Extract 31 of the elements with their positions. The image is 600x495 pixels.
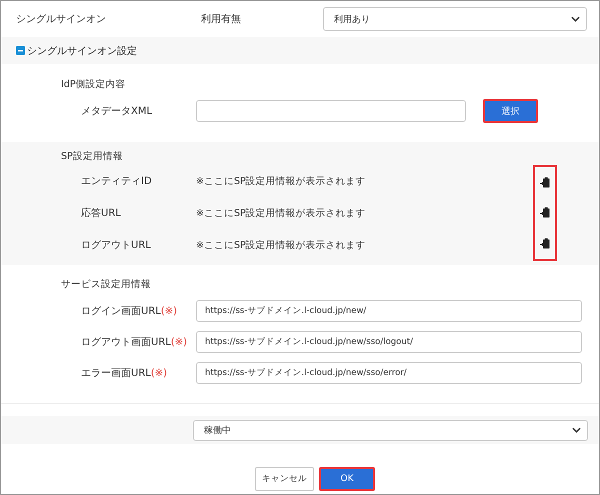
group-heading: IdP側設定内容 (61, 78, 127, 91)
info-text: ※ここにSP設定用情報が表示されます (196, 238, 367, 252)
input-field[interactable]: https://ss-サブドメイン.l-cloud.jp/new/ (196, 300, 582, 322)
select-button[interactable]: 選択 (483, 99, 538, 123)
copy-icon[interactable] (540, 207, 550, 218)
info-text: ※ここにSP設定用情報が表示されます (196, 174, 367, 188)
field-label: ログアウトURL (81, 239, 152, 252)
select-field[interactable]: 稼働中 (193, 420, 588, 440)
setting-label: 利用有無 (201, 12, 242, 26)
copy-icon[interactable] (540, 176, 550, 188)
chevron-icon (572, 427, 581, 433)
cancel-button[interactable]: キャンセル (255, 467, 314, 491)
field-label: メタデータXML (81, 105, 154, 118)
group-heading: サービス設定用情報 (61, 278, 152, 291)
field-label: ログアウト画面URL(※) (81, 336, 188, 349)
collapse-icon[interactable] (16, 46, 25, 55)
field-label: エラー画面URL(※) (81, 367, 168, 380)
input-field[interactable]: https://ss-サブドメイン.l-cloud.jp/new/sso/error/ (196, 362, 582, 384)
group-heading: SP設定用情報 (61, 150, 124, 163)
setting-label: シングルサインオン (15, 13, 107, 26)
section-title: シングルサインオン設定 (27, 44, 137, 58)
info-text: ※ここにSP設定用情報が表示されます (196, 206, 367, 220)
field-label: ログイン画面URL(※) (81, 305, 178, 318)
chevron-icon (571, 16, 580, 22)
field-label: エンティティID (81, 175, 153, 188)
field-label: 応答URL (81, 206, 122, 220)
input-field[interactable] (196, 100, 466, 122)
ok-button[interactable]: OK (319, 467, 375, 491)
select-field[interactable]: 利用あり (323, 7, 587, 31)
input-field[interactable]: https://ss-サブドメイン.l-cloud.jp/new/sso/logout/ (196, 331, 582, 353)
copy-icon[interactable] (540, 238, 550, 250)
